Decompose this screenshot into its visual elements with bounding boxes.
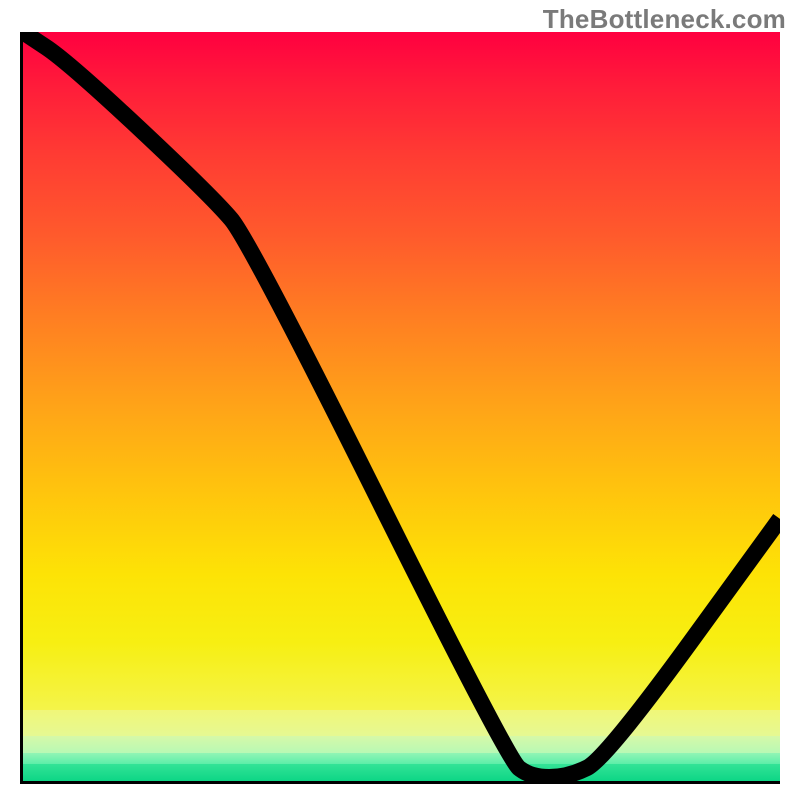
plot-area [20, 32, 780, 784]
chart-canvas: TheBottleneck.com [0, 0, 800, 800]
curve-svg [23, 32, 780, 781]
plot-inner [23, 32, 780, 781]
bottleneck-curve [23, 32, 780, 777]
watermark-text: TheBottleneck.com [543, 4, 786, 35]
